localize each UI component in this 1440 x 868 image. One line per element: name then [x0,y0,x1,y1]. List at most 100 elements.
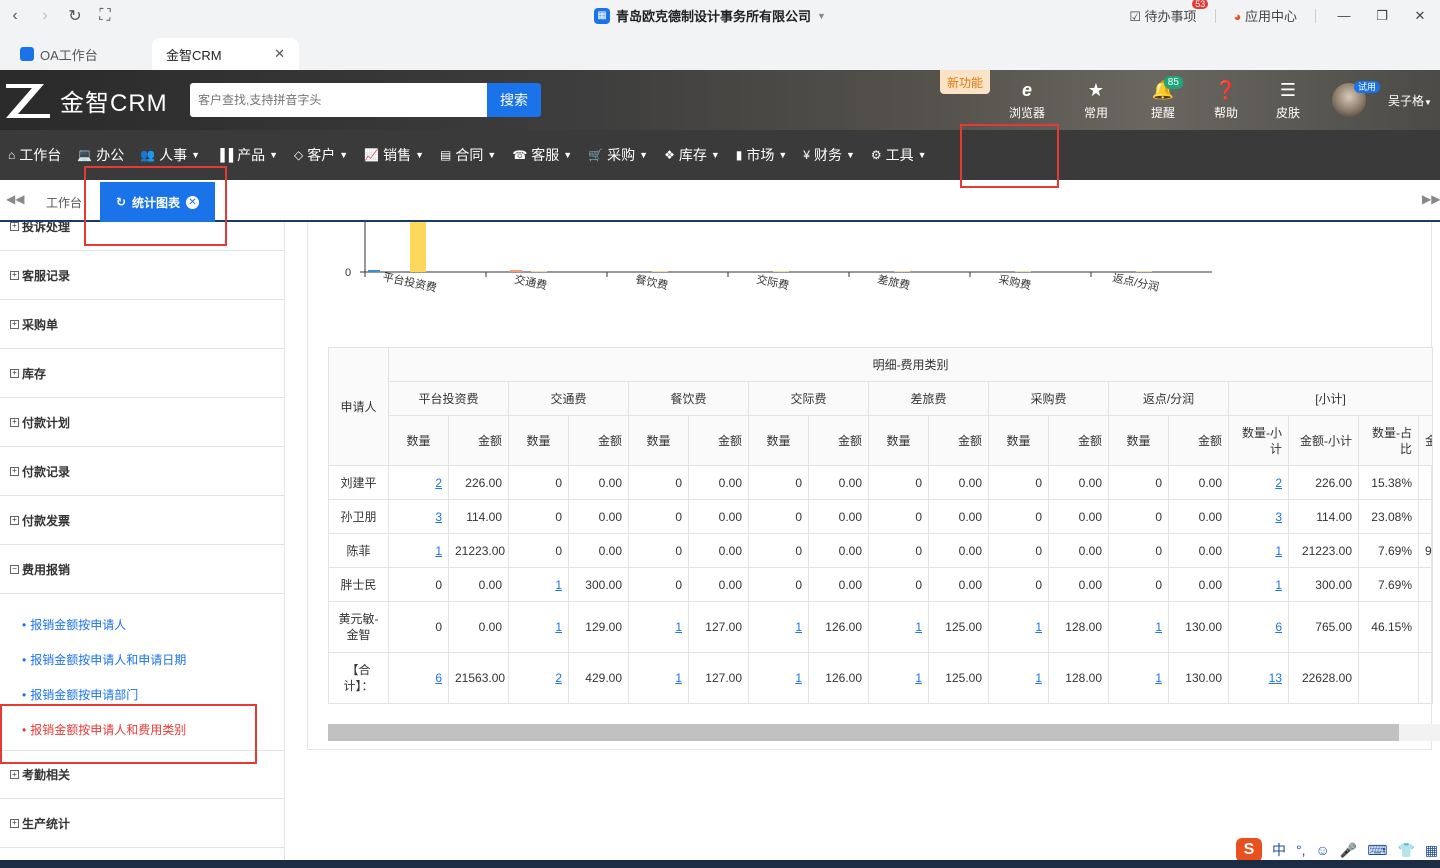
count-link[interactable]: 1 [675,671,682,685]
menu-item-service[interactable]: ☎ 客服 ▼ [504,130,580,180]
scroll-right-icon[interactable]: ▶▶ [1422,192,1440,206]
menu-item-sales[interactable]: 📈 销售 ▼ [356,130,432,180]
back-icon[interactable]: ‹ [0,1,30,31]
count-link[interactable]: 1 [435,544,442,558]
user-menu[interactable]: 吴子格▼ [1388,92,1432,109]
menu-item-workbench[interactable]: ⌂ 工作台 [0,130,69,180]
menu-item-office[interactable]: 💻 办公 [69,130,132,180]
scroll-left-icon[interactable]: ◀◀ [6,192,24,206]
count-link[interactable]: 1 [1275,544,1282,558]
sidebar-group-expenses[interactable]: − 费用报销 [0,545,284,594]
header-favorites-button[interactable]: ★ 常用 [1066,80,1126,121]
browser-tab-crm[interactable]: 金智CRM ✕ [152,38,299,70]
menu-item-market[interactable]: ▮ 市场 ▼ [728,130,796,180]
sidebar-group-purchase-orders[interactable]: + 采购单 [0,300,284,349]
menu-item-tools[interactable]: ⚙ 工具 ▼ [863,130,935,180]
cell-value: 0 [435,577,442,592]
chart-bar[interactable] [368,270,380,272]
sidebar-group-payment-records[interactable]: + 付款记录 [0,447,284,496]
customer-search-input[interactable] [190,83,487,117]
minimize-icon[interactable]: — [1334,8,1354,23]
sidebar-group-complaints[interactable]: + 投诉处理 [0,222,284,251]
sidebar-group-inventory[interactable]: + 库存 [0,349,284,398]
count-link[interactable]: 3 [435,510,442,524]
chart-bar[interactable] [510,270,522,272]
menu-label: 人事 [159,147,188,163]
close-tab-icon[interactable]: ✕ [186,195,200,209]
todo-button[interactable]: ☑ 待办事项 53 [1129,0,1209,25]
amount-cell: 226.00 [1288,465,1359,500]
sidebar-group-production[interactable]: + 生产统计 [0,799,284,848]
sidebar-subitem-active[interactable]: • 报销金额按申请人和费用类别 [22,721,186,738]
reload-icon[interactable]: ↻ [60,1,90,31]
count-link[interactable]: 1 [1275,578,1282,592]
sidebar-group-attendance[interactable]: + 考勤相关 [0,750,284,799]
close-window-icon[interactable]: ✕ [1410,8,1430,24]
sidebar-subitem[interactable]: • 报销金额按申请部门 [22,686,138,703]
cell-value: 0 [675,577,682,592]
count-link[interactable]: 1 [1155,671,1162,685]
fullscreen-icon[interactable]: ⛶ [90,1,120,31]
count-link[interactable]: 1 [795,671,802,685]
header-reminder-button[interactable]: 🔔 85 提醒 [1133,76,1193,121]
sidebar-group-payment-invoices[interactable]: + 付款发票 [0,496,284,545]
count-link[interactable]: 2 [1275,476,1282,490]
count-link[interactable]: 1 [1035,671,1042,685]
sidebar-group-service-records[interactable]: + 客服记录 [0,251,284,300]
header-label: 明细-费用类别 [872,358,949,372]
menu-item-purchase[interactable]: 🛒 采购 ▼ [580,130,656,180]
sub-header: 数量 [388,415,449,466]
count-link[interactable]: 3 [1275,510,1282,524]
scrollbar-thumb[interactable] [328,724,1399,741]
new-feature-badge[interactable]: 新功能 [940,70,990,94]
tab-statistics-chart[interactable]: ↻ 统计图表 ✕ [100,182,215,222]
count-link[interactable]: 1 [915,671,922,685]
sidebar-group-payment-plans[interactable]: + 付款计划 [0,398,284,447]
count-link[interactable]: 1 [555,578,562,592]
app-center-button[interactable]: ◕ 应用中心 [1234,6,1298,25]
menu-item-contract[interactable]: ▤ 合同 ▼ [432,130,504,180]
count-link[interactable]: 2 [555,671,562,685]
browser-tab-oa[interactable]: OA工作台 [6,38,146,70]
header-skin-button[interactable]: ☰ 皮肤 [1258,80,1318,121]
count-link[interactable]: 1 [555,620,562,634]
horizontal-scrollbar[interactable] [328,724,1440,741]
count-link[interactable]: 6 [1275,620,1282,634]
chart-bar[interactable] [410,222,426,272]
header-help-button[interactable]: ❓ 帮助 [1196,80,1256,121]
menu-item-hr[interactable]: 👥 人事 ▼ [132,130,208,180]
count-link[interactable]: 1 [1155,620,1162,634]
bullet-icon: • [22,617,27,632]
menu-item-product[interactable]: ▐▐ 产品 ▼ [208,130,286,180]
cell-value: 125.00 [945,620,982,634]
count-link[interactable]: 1 [795,620,802,634]
refresh-icon[interactable]: ↻ [116,195,126,209]
restore-icon[interactable]: ❐ [1372,8,1392,24]
count-link[interactable]: 1 [675,620,682,634]
menu-item-finance[interactable]: ¥ 财务 ▼ [795,130,863,180]
sidebar-subitem[interactable]: • 报销金额按申请人和申请日期 [22,651,186,668]
count-cell: 0 [1108,533,1169,568]
menu-item-inventory[interactable]: ❖ 库存 ▼ [656,130,728,180]
browser-title[interactable]: ▦ 青岛欧克德制设计事务所有限公司 ▼ [594,6,826,25]
forward-icon[interactable]: › [30,1,60,31]
count-cell: 13 [1228,652,1289,704]
search-button[interactable]: 搜索 [487,83,541,117]
header-browser-button[interactable]: e 浏览器 [997,80,1057,121]
count-link[interactable]: 2 [435,476,442,490]
header-item-label: 常用 [1083,106,1108,120]
close-icon[interactable]: ✕ [274,46,285,62]
count-link[interactable]: 1 [915,620,922,634]
count-link[interactable]: 6 [435,671,442,685]
tab-workbench[interactable]: 工作台 [46,194,82,211]
applicant-name: 陈菲 [346,543,371,558]
count-link[interactable]: 1 [1035,620,1042,634]
menu-item-customer[interactable]: ◇ 客户 ▼ [286,130,356,180]
count-link[interactable]: 13 [1269,671,1282,685]
cell-value: 300.00 [1315,577,1352,592]
caret-down-icon: ▼ [778,150,788,160]
sidebar-subitem[interactable]: • 报销金额按申请人 [22,616,126,633]
bell-icon: 🔔 85 [1152,76,1183,100]
table-row: 【合计】： 6 21563.00 2 429.00 1 127.00 1 126.00 1 125.… [328,652,1434,704]
crm-logo[interactable]: 金智CRM [4,76,184,124]
